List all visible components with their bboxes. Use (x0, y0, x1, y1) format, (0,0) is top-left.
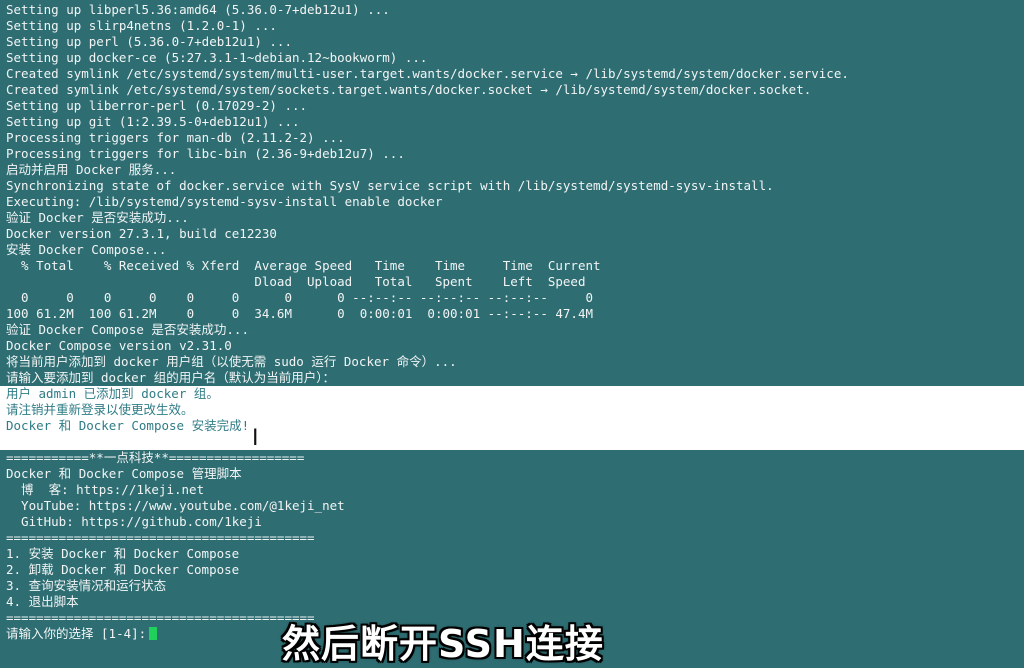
menu-option-3: 3. 查询安装情况和运行状态 (6, 578, 167, 593)
output-line: Created symlink /etc/systemd/system/mult… (6, 66, 849, 81)
output-line: Setting up perl (5.36.0-7+deb12u1) ... (6, 34, 292, 49)
output-line: 安装 Docker Compose... (6, 242, 167, 257)
menu-link-youtube: YouTube: https://www.youtube.com/@1keji_… (6, 498, 345, 513)
menu-option-2: 2. 卸载 Docker 和 Docker Compose (6, 562, 240, 577)
output-line: Docker Compose version v2.31.0 (6, 338, 232, 353)
menu-divider: ========================================… (6, 530, 315, 545)
output-line: Setting up git (1:2.39.5-0+deb12u1) ... (6, 114, 300, 129)
terminal-cursor[interactable] (149, 627, 158, 640)
highlighted-line: 用户 admin 已添加到 docker 组。 (6, 386, 219, 401)
curl-progress-line: 100 61.2M 100 61.2M 0 0 34.6M 0 0:00:01 … (6, 306, 593, 321)
output-line: 启动并启用 Docker 服务... (6, 162, 177, 177)
menu-option-1: 1. 安装 Docker 和 Docker Compose (6, 546, 240, 561)
video-subtitle: 然后断开SSH连接 (282, 622, 604, 666)
menu-option-4: 4. 退出脚本 (6, 594, 79, 609)
output-line: 验证 Docker 是否安装成功... (6, 210, 189, 225)
output-line: Setting up libperl5.36:amd64 (5.36.0-7+d… (6, 2, 390, 17)
output-line: Setting up slirp4netns (1.2.0-1) ... (6, 18, 277, 33)
output-line: 请输入要添加到 docker 组的用户名（默认为当前用户）： (6, 370, 335, 385)
highlighted-line: Docker 和 Docker Compose 安装完成! (6, 418, 250, 433)
output-line: Executing: /lib/systemd/systemd-sysv-ins… (6, 194, 443, 209)
output-line: Processing triggers for libc-bin (2.36-9… (6, 146, 405, 161)
menu-divider: ===========**一点科技**================== (6, 450, 305, 465)
output-line: Setting up docker-ce (5:27.3.1-1~debian.… (6, 50, 428, 65)
menu-link-blog: 博 客: https://1keji.net (6, 482, 205, 497)
highlighted-line: 请注销并重新登录以使更改生效。 (6, 402, 194, 417)
prompt-text: 请输入你的选择 [1-4]: (6, 626, 147, 641)
curl-header-line: % Total % Received % Xferd Average Speed… (6, 258, 601, 273)
output-line: Processing triggers for man-db (2.11.2-2… (6, 130, 345, 145)
output-line: 验证 Docker Compose 是否安装成功... (6, 322, 249, 337)
text-cursor-icon: I (252, 426, 259, 451)
output-line: Docker version 27.3.1, build ce12230 (6, 226, 277, 241)
output-line: 将当前用户添加到 docker 用户组（以使无需 sudo 运行 Docker … (6, 354, 457, 369)
menu-divider: ========================================… (6, 610, 315, 625)
terminal-window[interactable]: Setting up libperl5.36:amd64 (5.36.0-7+d… (0, 0, 1024, 668)
output-line: Created symlink /etc/systemd/system/sock… (6, 82, 812, 97)
output-line: Setting up liberror-perl (0.17029-2) ... (6, 98, 308, 113)
input-prompt-line[interactable]: 请输入你的选择 [1-4]: (6, 626, 158, 642)
menu-link-github: GitHub: https://github.com/1keji (6, 514, 262, 529)
output-line: Synchronizing state of docker.service wi… (6, 178, 774, 193)
curl-progress-line: 0 0 0 0 0 0 0 0 --:--:-- --:--:-- --:--:… (6, 290, 593, 305)
curl-header-line: Dload Upload Total Spent Left Speed (6, 274, 586, 289)
menu-title: Docker 和 Docker Compose 管理脚本 (6, 466, 242, 481)
